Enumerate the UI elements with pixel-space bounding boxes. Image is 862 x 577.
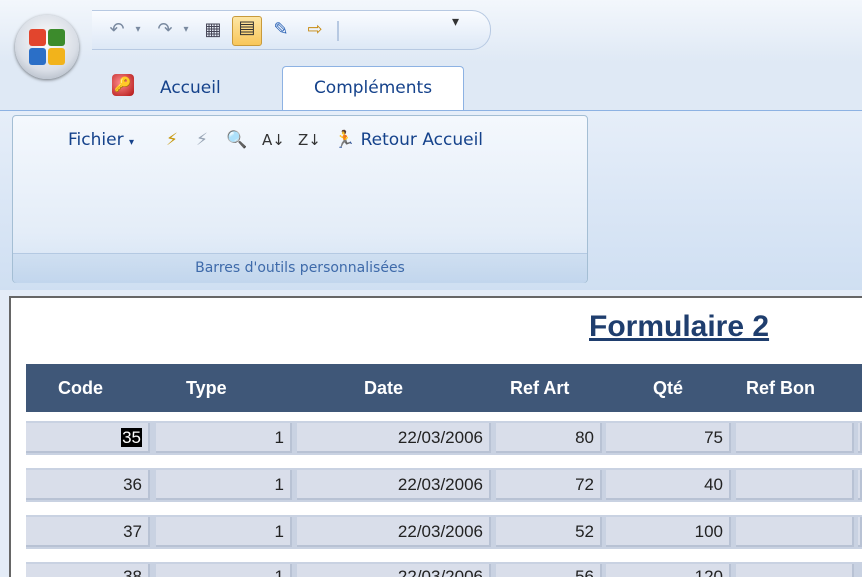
- cell-ref-art[interactable]: 56: [496, 564, 602, 577]
- remove-filter-icon[interactable]: ⚡: [196, 128, 208, 152]
- column-header-qte: Qté: [653, 378, 684, 398]
- cell-ref-bon[interactable]: [736, 423, 854, 453]
- return-home-icon: 🏃: [334, 130, 356, 150]
- return-home-label: Retour Accueil: [360, 130, 484, 150]
- column-header-code: Code: [58, 378, 103, 398]
- find-icon[interactable]: 🔍: [226, 128, 247, 152]
- file-menu-label: Fichier: [68, 130, 124, 150]
- sort-ascending-icon[interactable]: A↓: [262, 128, 285, 152]
- form-title: Formulaire 2: [589, 310, 770, 343]
- cell-qte[interactable]: 75: [606, 423, 731, 453]
- cell-date[interactable]: 22/03/2006: [297, 517, 491, 547]
- return-home-button[interactable]: 🏃 Retour Accueil: [334, 128, 483, 152]
- cell-type[interactable]: 1: [156, 564, 292, 577]
- customize-toolbar-icon[interactable]: ▾: [452, 14, 459, 30]
- cell-ref-bon[interactable]: [736, 564, 854, 577]
- cell-code[interactable]: 36: [26, 470, 150, 500]
- cell-date[interactable]: 22/03/2006: [297, 423, 491, 453]
- design-view-icon[interactable]: ▦: [200, 19, 226, 41]
- cell-type[interactable]: 1: [156, 423, 292, 453]
- column-header-ref-bon: Ref Bon: [746, 378, 815, 398]
- cell-ref-bon[interactable]: [736, 470, 854, 500]
- cell-ref-art[interactable]: 52: [496, 517, 602, 547]
- cell-ref-art[interactable]: 72: [496, 470, 602, 500]
- cell-code[interactable]: 35: [26, 423, 150, 453]
- cell-type[interactable]: 1: [156, 517, 292, 547]
- undo-dropdown-icon[interactable]: ▾: [132, 19, 144, 41]
- table-header: [26, 364, 862, 412]
- ribbon-group-label: Barres d'outils personnalisées: [13, 253, 587, 283]
- tools-icon[interactable]: ✎: [268, 19, 294, 41]
- cell-partial: [858, 423, 862, 453]
- column-header-type: Type: [186, 378, 227, 398]
- undo-icon[interactable]: ↶: [104, 19, 130, 41]
- redo-icon[interactable]: ↷: [152, 19, 178, 41]
- cell-ref-art[interactable]: 80: [496, 423, 602, 453]
- cell-date[interactable]: 22/03/2006: [297, 470, 491, 500]
- column-header-date: Date: [364, 378, 404, 398]
- sort-descending-icon[interactable]: Z↓: [298, 128, 321, 152]
- file-menu-button[interactable]: Fichier ▾: [68, 128, 134, 152]
- toolbar-separator: [337, 21, 339, 41]
- filter-icon[interactable]: ⚡: [166, 128, 178, 152]
- cell-code[interactable]: 37: [26, 517, 150, 547]
- quick-access-toolbar: ↶ ▾ ↷ ▾ ▦ ▤ ✎ ⇨: [92, 10, 491, 50]
- cell-type[interactable]: 1: [156, 470, 292, 500]
- cell-ref-bon[interactable]: [736, 517, 854, 547]
- tab-accueil[interactable]: Accueil: [160, 78, 221, 98]
- cell-qte[interactable]: 100: [606, 517, 731, 547]
- export-icon[interactable]: ⇨: [302, 19, 328, 41]
- chevron-down-icon: ▾: [128, 137, 134, 148]
- office-logo-icon: [27, 27, 67, 67]
- access-app-icon[interactable]: 🔑: [112, 74, 134, 96]
- cell-code[interactable]: 38: [26, 564, 150, 577]
- column-header-ref-art: Ref Art: [510, 378, 570, 398]
- cell-partial: [858, 517, 862, 547]
- cell-partial: [858, 470, 862, 500]
- form-view-icon[interactable]: ▤: [232, 16, 262, 46]
- office-button[interactable]: [15, 15, 79, 79]
- redo-dropdown-icon[interactable]: ▾: [180, 19, 192, 41]
- cell-date[interactable]: 22/03/2006: [297, 564, 491, 577]
- tab-complements[interactable]: Compléments: [282, 66, 464, 112]
- cell-qte[interactable]: 40: [606, 470, 731, 500]
- cell-qte[interactable]: 120: [606, 564, 731, 577]
